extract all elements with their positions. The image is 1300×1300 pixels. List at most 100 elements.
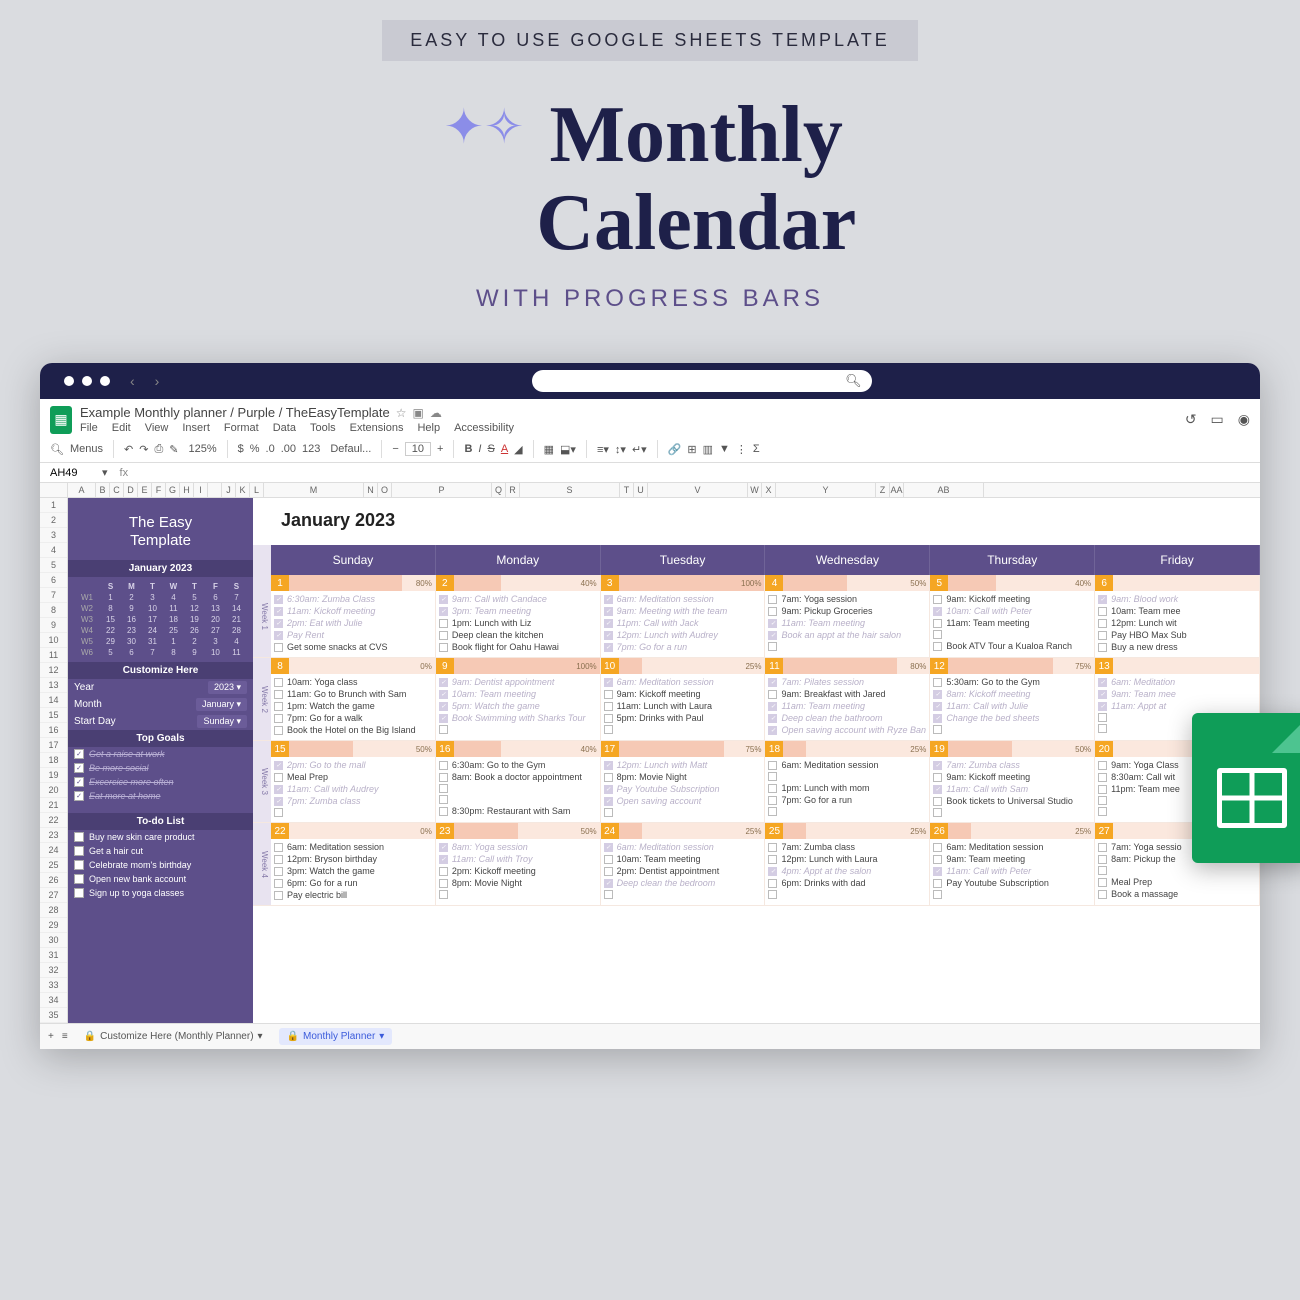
menu-accessibility[interactable]: Accessibility <box>454 422 514 434</box>
task-checkbox[interactable] <box>604 714 613 723</box>
comment-add-icon[interactable]: ⊞ <box>687 443 696 456</box>
task-item[interactable]: 11am: Team meeting <box>933 617 1091 629</box>
task-checkbox[interactable] <box>439 867 448 876</box>
task-checkbox[interactable] <box>274 607 283 616</box>
task-checkbox[interactable] <box>1098 690 1107 699</box>
align-icon[interactable]: ≡▾ <box>597 443 609 456</box>
star-icon[interactable]: ☆ <box>396 406 407 420</box>
font-select[interactable]: Defaul... <box>330 443 371 455</box>
day-cell[interactable]: 450%7am: Yoga session9am: Pickup Groceri… <box>765 575 930 657</box>
task-item[interactable]: 9am: Dentist appointment <box>439 676 597 688</box>
task-checkbox[interactable] <box>604 678 613 687</box>
todo-item[interactable]: Open new bank account <box>68 872 253 886</box>
menu-format[interactable]: Format <box>224 422 259 434</box>
day-cell[interactable]: 180%6:30am: Zumba Class11am: Kickoff mee… <box>271 575 436 657</box>
task-checkbox[interactable] <box>1098 843 1107 852</box>
task-item[interactable]: 4pm: Appt at the salon <box>768 865 926 877</box>
task-checkbox[interactable] <box>439 843 448 852</box>
task-item[interactable]: Book the Hotel on the Big Island <box>274 724 432 736</box>
task-checkbox[interactable] <box>933 595 942 604</box>
task-item[interactable]: 9am: Breakfast with Jared <box>768 688 926 700</box>
task-checkbox[interactable] <box>439 619 448 628</box>
task-checkbox[interactable] <box>933 678 942 687</box>
task-checkbox[interactable] <box>768 726 777 735</box>
task-item[interactable]: 9am: Team meeting <box>933 853 1091 865</box>
task-item[interactable]: Meal Prep <box>1098 876 1256 888</box>
task-checkbox[interactable] <box>274 879 283 888</box>
task-checkbox[interactable] <box>1098 643 1107 652</box>
task-checkbox[interactable] <box>604 643 613 652</box>
task-item[interactable]: 12pm: Lunch with Laura <box>768 853 926 865</box>
task-checkbox[interactable] <box>604 879 613 888</box>
task-checkbox[interactable] <box>768 796 777 805</box>
task-item[interactable]: 10am: Team meeting <box>604 853 762 865</box>
task-item[interactable]: 7am: Zumba class <box>933 759 1091 771</box>
task-item[interactable]: 7am: Pilates session <box>768 676 926 688</box>
task-checkbox[interactable] <box>604 690 613 699</box>
task-checkbox[interactable] <box>274 595 283 604</box>
task-item[interactable]: 6am: Meditation session <box>768 759 926 771</box>
task-item[interactable]: Open saving account <box>604 795 762 807</box>
task-item[interactable]: 6am: Meditation session <box>933 841 1091 853</box>
task-checkbox[interactable] <box>604 773 613 782</box>
folder-icon[interactable]: ▣ <box>413 406 424 420</box>
task-item[interactable]: 10am: Team meeting <box>439 688 597 700</box>
task-item[interactable]: Buy a new dress <box>1098 641 1256 653</box>
day-cell[interactable]: 220%6am: Meditation session12pm: Bryson … <box>271 823 436 905</box>
task-item[interactable]: 2pm: Kickoff meeting <box>439 865 597 877</box>
task-item[interactable]: 11am: Kickoff meeting <box>274 605 432 617</box>
print-icon[interactable]: ⎙ <box>154 443 163 456</box>
task-checkbox[interactable] <box>439 690 448 699</box>
task-checkbox[interactable] <box>439 643 448 652</box>
task-checkbox[interactable] <box>274 714 283 723</box>
task-item[interactable]: 2pm: Eat with Julie <box>274 617 432 629</box>
task-checkbox[interactable] <box>933 785 942 794</box>
task-item[interactable]: 2pm: Go to the mall <box>274 759 432 771</box>
task-item[interactable]: 12pm: Lunch with Matt <box>604 759 762 771</box>
menu-data[interactable]: Data <box>273 422 296 434</box>
task-checkbox[interactable] <box>274 690 283 699</box>
task-item[interactable]: 7am: Yoga session <box>768 593 926 605</box>
task-checkbox[interactable] <box>1098 855 1107 864</box>
task-checkbox[interactable] <box>274 785 283 794</box>
sheets-logo-icon[interactable]: ▦ <box>50 406 72 434</box>
task-checkbox[interactable] <box>274 726 283 735</box>
task-checkbox[interactable] <box>768 867 777 876</box>
task-checkbox[interactable] <box>933 843 942 852</box>
task-item[interactable]: Book flight for Oahu Hawai <box>439 641 597 653</box>
task-checkbox[interactable] <box>1098 761 1107 770</box>
task-item[interactable]: Book ATV Tour a Kualoa Ranch <box>933 640 1091 652</box>
task-checkbox[interactable] <box>274 619 283 628</box>
task-checkbox[interactable] <box>933 867 942 876</box>
task-item[interactable]: 8am: Kickoff meeting <box>933 688 1091 700</box>
task-checkbox[interactable] <box>933 714 942 723</box>
task-item[interactable]: 5pm: Drinks with Paul <box>604 712 762 724</box>
task-item[interactable]: 3pm: Watch the game <box>274 865 432 877</box>
task-item[interactable]: Pay Rent <box>274 629 432 641</box>
task-checkbox[interactable] <box>274 702 283 711</box>
task-item[interactable]: 8:30pm: Restaurant with Sam <box>439 805 597 817</box>
task-checkbox[interactable] <box>439 714 448 723</box>
task-item[interactable]: 5pm: Watch the game <box>439 700 597 712</box>
day-cell[interactable]: 69am: Blood work10am: Team mee12pm: Lunc… <box>1095 575 1260 657</box>
task-item[interactable]: 8am: Book a doctor appointment <box>439 771 597 783</box>
task-item[interactable]: 9am: Kickoff meeting <box>604 688 762 700</box>
task-item[interactable]: 11am: Go to Brunch with Sam <box>274 688 432 700</box>
task-checkbox[interactable] <box>768 631 777 640</box>
task-checkbox[interactable] <box>604 761 613 770</box>
task-item[interactable]: 11am: Call with Audrey <box>274 783 432 795</box>
filter-icon[interactable]: ▼ <box>719 443 730 455</box>
task-item[interactable]: 9am: Call with Candace <box>439 593 597 605</box>
customize-row[interactable]: Year2023 ▾ <box>68 679 253 696</box>
task-item[interactable]: 9am: Meeting with the team <box>604 605 762 617</box>
task-checkbox[interactable] <box>768 595 777 604</box>
task-item[interactable]: Deep clean the bathroom <box>768 712 926 724</box>
task-item[interactable]: Meal Prep <box>274 771 432 783</box>
task-checkbox[interactable] <box>439 773 448 782</box>
goal-item[interactable]: Get a raise at work <box>68 747 253 761</box>
tab-customize[interactable]: 🔒Customize Here (Monthly Planner)▾ <box>76 1028 271 1045</box>
task-item[interactable]: 11am: Lunch with Laura <box>604 700 762 712</box>
task-checkbox[interactable] <box>1098 773 1107 782</box>
day-cell[interactable]: 2350%8am: Yoga session11am: Call with Tr… <box>436 823 601 905</box>
task-checkbox[interactable] <box>933 879 942 888</box>
